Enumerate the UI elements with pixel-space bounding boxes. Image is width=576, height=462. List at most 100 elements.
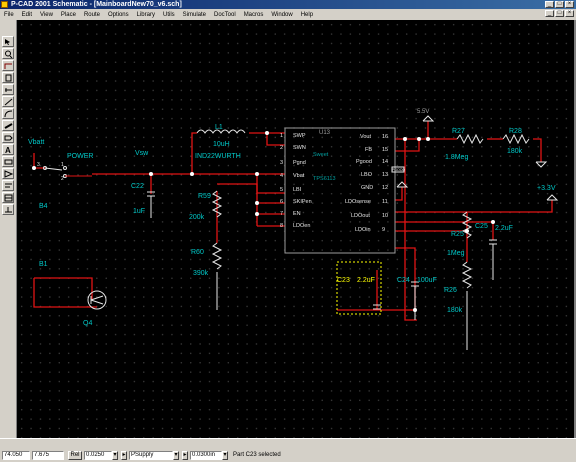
value-r60: 390k [193,270,209,277]
placement-toolbar: A [0,20,17,438]
attribute-tool-icon[interactable] [2,180,14,191]
svg-text:15: 15 [382,147,388,153]
net-label-vsw: Vsw [135,150,149,157]
net-label-5v5: 5.5V [417,109,429,115]
wire-tool-icon[interactable] [2,60,14,71]
grid-select[interactable]: 0.0250 [84,451,112,460]
line-width-select[interactable]: 0.0300in [190,451,222,460]
rel-button[interactable]: Rel [68,451,82,460]
svg-text:A: A [5,146,11,154]
u13-left-pins: 1 SWP 2 SWN 3 Pgnd 4 Vbat 5 LBI 6 SKIPen 7 EN 8… [280,133,312,229]
line-tool-icon[interactable] [2,96,14,107]
value-c23: 2.2uF [357,277,375,284]
select-tool-icon[interactable] [2,36,14,47]
menu-edit[interactable]: Edit [18,12,36,18]
doc-minimize-button[interactable]: _ [545,10,554,17]
value-r27: 1.8Meg [445,154,468,161]
svg-text:11: 11 [382,199,388,205]
text-tool-icon[interactable]: A [2,144,14,155]
bus-tool-icon[interactable] [2,120,14,131]
svg-text:EN: EN [293,211,301,217]
status-message: Part C23 selected [233,452,281,458]
net-label-33: +3.3V [537,185,556,192]
schematic-canvas[interactable]: Vbatt POWER Vsw 5.5V +3.3V B4 B1 Q4 L1 1… [17,20,574,438]
value-l1: 10uH [213,141,230,148]
netlabel-tool-icon[interactable] [2,204,14,215]
grid-dropdown-icon[interactable]: ▾ [112,451,118,460]
menu-macros[interactable]: Macros [240,12,268,18]
svg-text:LDOsense: LDOsense [345,199,371,205]
app-icon [1,1,8,8]
part-tool-icon[interactable] [2,72,14,83]
line-width-dropdown-icon[interactable]: ▾ [222,451,228,460]
menu-route[interactable]: Route [80,12,104,18]
menu-window[interactable]: Window [267,12,296,18]
port-tool-icon[interactable] [2,132,14,143]
doc-close-button[interactable]: × [565,10,574,17]
svg-text:Vout: Vout [360,134,371,140]
svg-text:13: 13 [382,172,388,178]
svg-text:GND: GND [361,185,373,191]
title-bar: P-CAD 2001 Schematic - [MainboardNew70_v… [0,0,576,9]
arc-tool-icon[interactable] [2,108,14,119]
svg-text:SWN: SWN [293,145,306,151]
zoom-tool-icon[interactable] [2,48,14,59]
status-bar: 74.050 7.675 Rel 0.0250 ▾ ▸ PSupply ▾ ▸ … [0,438,576,462]
ref-l1: L1 [215,124,223,131]
svg-text:2: 2 [280,145,283,151]
svg-text:LBI: LBI [293,187,302,193]
close-button[interactable]: × [565,1,574,8]
switch-pin-1: 1 [61,162,64,168]
ref-r59: R59 [198,193,211,200]
menu-library[interactable]: Library [133,12,159,18]
svg-text:LDOen: LDOen [293,223,310,229]
ref-r60: R60 [191,249,204,256]
svg-text:Vbat: Vbat [293,173,305,179]
value-c24: 100uF [417,277,437,284]
window-title: P-CAD 2001 Schematic - [MainboardNew70_v… [11,1,182,8]
svg-text:LBO: LBO [361,172,373,178]
u13-device: Sweet [313,152,329,158]
menu-help[interactable]: Help [297,12,317,18]
u13-pgood-tag-text: PGOOD [392,168,406,172]
ref-b4: B4 [39,203,48,210]
svg-text:6: 6 [280,199,283,205]
minimize-button[interactable]: _ [545,1,554,8]
ieee-tool-icon[interactable] [2,168,14,179]
maximize-button[interactable]: □ [555,1,564,8]
u13-chip: TPS6113 [313,176,336,182]
value-r59: 200k [189,214,205,221]
ref-r26: R26 [444,287,457,294]
ref-c25: C25 [475,223,488,230]
net-label-vbatt: Vbatt [28,139,44,146]
menu-options[interactable]: Options [104,12,133,18]
ref-c22: C22 [131,183,144,190]
ref-b1: B1 [39,261,48,268]
menu-simulate[interactable]: Simulate [179,12,210,18]
layer-select[interactable]: PSupply [129,451,173,460]
layer-toggle-icon[interactable]: ▸ [121,451,127,460]
svg-text:SWP: SWP [293,133,306,139]
value-r25: 1Meg [447,250,465,257]
menu-file[interactable]: File [0,12,18,18]
svg-text:1: 1 [280,133,283,139]
menu-place[interactable]: Place [57,12,80,18]
menu-doctool[interactable]: DocTool [210,12,240,18]
svg-text:9: 9 [382,227,385,233]
table-tool-icon[interactable] [2,192,14,203]
value-c22: 1uF [133,208,145,215]
line-width-icon[interactable]: ▸ [182,451,188,460]
svg-text:LDOout: LDOout [351,213,370,219]
svg-text:Pgnd: Pgnd [293,160,306,166]
layer-dropdown-icon[interactable]: ▾ [173,451,179,460]
doc-restore-button[interactable]: □ [555,10,564,17]
pin-tool-icon[interactable] [2,84,14,95]
menu-view[interactable]: View [36,12,57,18]
field-tool-icon[interactable] [2,156,14,167]
ref-r28: R28 [509,128,522,135]
svg-text:3: 3 [280,160,283,166]
u13-right-pins: Vout 16 FB 15 Pgood 14 LBO 13 GND 12 LDOsense… [345,134,388,233]
net-label-power: POWER [67,153,93,160]
value-r26: 180k [447,307,463,314]
menu-utils[interactable]: Utils [159,12,179,18]
